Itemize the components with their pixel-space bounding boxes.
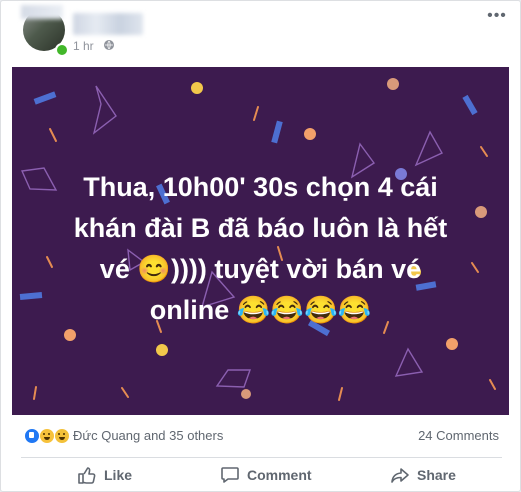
share-button-label: Share: [417, 467, 456, 483]
share-button[interactable]: Share: [390, 459, 456, 491]
post-header: 1 hr •••: [1, 1, 520, 67]
sad-reaction-icon: [54, 428, 70, 444]
post-card: 1 hr ••• Thua, 10h00' 30s chọn 4 cái khá…: [0, 0, 521, 492]
like-reaction-icon: [24, 428, 40, 444]
online-status-dot: [55, 43, 69, 57]
haha-reaction-icon: [39, 428, 55, 444]
post-time[interactable]: 1 hr: [73, 39, 94, 53]
comment-icon: [221, 467, 239, 483]
like-button[interactable]: Like: [77, 459, 132, 491]
divider: [21, 457, 502, 458]
blurred-group-name: [21, 5, 63, 19]
reaction-count-text[interactable]: Đức Quang and 35 others: [73, 428, 223, 443]
post-actions-bar: Like Comment Share: [12, 459, 509, 491]
post-text-banner: Thua, 10h00' 30s chọn 4 cái khán đài B đ…: [12, 67, 509, 415]
more-icon[interactable]: •••: [486, 8, 508, 27]
blurred-author-name[interactable]: [73, 13, 143, 35]
share-arrow-icon: [391, 468, 409, 483]
thumbs-up-icon: [78, 467, 96, 484]
comment-button[interactable]: Comment: [220, 459, 312, 491]
comment-button-label: Comment: [247, 467, 312, 483]
post-body-line: Thua, 10h00' 30s chọn 4 cái: [83, 172, 438, 202]
comment-count-link[interactable]: 24 Comments: [418, 428, 499, 443]
like-button-label: Like: [104, 467, 133, 483]
post-body-text: Thua, 10h00' 30s chọn 4 cái khán đài B đ…: [32, 167, 489, 331]
post-body-line: vé 😊)))) tuyệt vời bán vé: [99, 254, 422, 284]
globe-icon: [104, 40, 114, 50]
post-body-line: online 😂😂😂😂: [149, 295, 372, 325]
post-body-line: khán đài B đã báo luôn là hết: [73, 213, 448, 243]
